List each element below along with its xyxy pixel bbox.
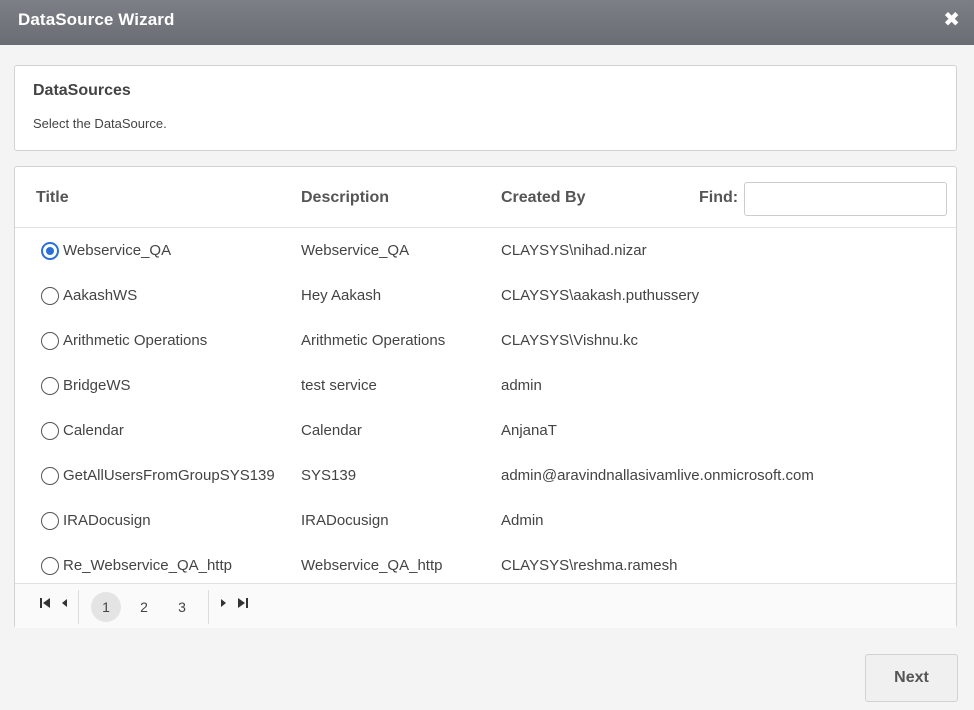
row-created-by: CLAYSYS\nihad.nizar xyxy=(501,242,647,259)
row-description: test service xyxy=(301,377,377,394)
find-input[interactable] xyxy=(744,182,947,216)
page-1-button[interactable]: 1 xyxy=(91,592,121,622)
column-header-description[interactable]: Description xyxy=(301,189,389,207)
row-title: Re_Webservice_QA_http xyxy=(63,557,232,574)
column-header-title[interactable]: Title xyxy=(36,189,69,207)
section-subtitle: Select the DataSource. xyxy=(33,116,167,131)
row-radio[interactable] xyxy=(41,332,59,350)
table-row[interactable]: IRADocusign IRADocusign Admin xyxy=(15,498,956,543)
row-title: BridgeWS xyxy=(63,377,131,394)
table-row[interactable]: BridgeWS test service admin xyxy=(15,363,956,408)
pager-divider xyxy=(208,590,209,624)
row-radio[interactable] xyxy=(41,467,59,485)
row-description: Hey Aakash xyxy=(301,287,382,304)
close-icon[interactable]: ✖ xyxy=(943,8,960,32)
table-row[interactable]: Calendar Calendar AnjanaT xyxy=(15,408,956,453)
table-row[interactable]: GetAllUsersFromGroupSYS139 SYS139 admin@… xyxy=(15,453,956,498)
datasources-header-panel: DataSources Select the DataSource. xyxy=(14,65,957,151)
row-created-by: admin@aravindnallasivamlive.onmicrosoft.… xyxy=(501,467,814,484)
row-title: Webservice_QA xyxy=(63,242,172,259)
row-created-by: admin xyxy=(501,377,542,394)
row-created-by: Admin xyxy=(501,512,544,529)
next-button[interactable]: Next xyxy=(865,654,958,702)
title-bar: DataSource Wizard ✖ xyxy=(0,0,974,45)
datasources-grid: Title Description Created By Find: Webse… xyxy=(14,166,957,628)
prev-page-icon[interactable] xyxy=(59,596,69,610)
pager-divider xyxy=(78,590,79,624)
last-page-icon[interactable] xyxy=(235,596,249,610)
row-description: Webservice_QA_http xyxy=(301,557,443,574)
row-description: Calendar xyxy=(301,422,362,439)
row-description: SYS139 xyxy=(301,467,357,484)
grid-rows: Webservice_QA Webservice_QA CLAYSYS\niha… xyxy=(15,228,956,583)
row-title: AakashWS xyxy=(63,287,138,304)
row-radio[interactable] xyxy=(41,557,59,575)
grid-header: Title Description Created By Find: xyxy=(15,167,956,228)
row-created-by: CLAYSYS\aakash.puthussery xyxy=(501,287,700,304)
section-title: DataSources xyxy=(33,82,131,99)
table-row[interactable]: Webservice_QA Webservice_QA CLAYSYS\niha… xyxy=(15,228,956,273)
row-title: GetAllUsersFromGroupSYS139 xyxy=(63,467,275,484)
page-3-button[interactable]: 3 xyxy=(167,592,197,622)
pagination-bar: 1 2 3 xyxy=(15,583,956,628)
row-radio[interactable] xyxy=(41,287,59,305)
row-radio[interactable] xyxy=(41,242,59,260)
row-created-by: AnjanaT xyxy=(501,422,557,439)
row-description: Webservice_QA xyxy=(301,242,410,259)
first-page-icon[interactable] xyxy=(39,596,53,610)
row-radio[interactable] xyxy=(41,512,59,530)
page-2-button[interactable]: 2 xyxy=(129,592,159,622)
table-row[interactable]: AakashWS Hey Aakash CLAYSYS\aakash.puthu… xyxy=(15,273,956,318)
column-header-created-by[interactable]: Created By xyxy=(501,189,585,207)
find-label: Find: xyxy=(699,189,739,206)
row-radio[interactable] xyxy=(41,377,59,395)
row-description: Arithmetic Operations xyxy=(301,332,446,349)
row-title: Arithmetic Operations xyxy=(63,332,208,349)
row-created-by: CLAYSYS\Vishnu.kc xyxy=(501,332,639,349)
table-row[interactable]: Arithmetic Operations Arithmetic Operati… xyxy=(15,318,956,363)
next-page-icon[interactable] xyxy=(219,596,229,610)
table-row[interactable]: Re_Webservice_QA_http Webservice_QA_http… xyxy=(15,543,956,583)
row-title: Calendar xyxy=(63,422,124,439)
row-title: IRADocusign xyxy=(63,512,151,529)
window-title: DataSource Wizard xyxy=(18,10,175,29)
row-description: IRADocusign xyxy=(301,512,389,529)
row-radio[interactable] xyxy=(41,422,59,440)
row-created-by: CLAYSYS\reshma.ramesh xyxy=(501,557,678,574)
